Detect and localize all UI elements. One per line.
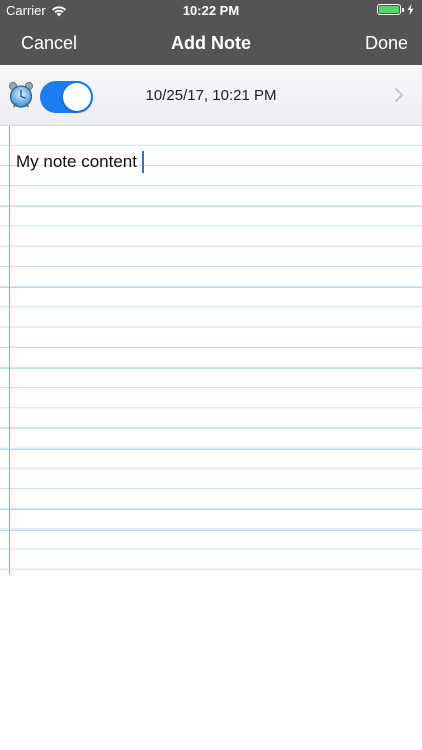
battery-indicator: [377, 4, 414, 15]
charging-bolt-icon: [407, 4, 414, 15]
chevron-right-icon[interactable]: [394, 87, 404, 103]
page-title: Add Note: [171, 33, 251, 53]
reminder-datetime[interactable]: 10/25/17, 10:21 PM: [0, 87, 422, 104]
status-bar: Carrier 10:22 PM: [0, 0, 422, 22]
done-button[interactable]: Done: [365, 33, 408, 54]
reminder-row: 10/25/17, 10:21 PM: [0, 65, 422, 126]
top-bar: Carrier 10:22 PM Cancel Add Note Done: [0, 0, 422, 65]
battery-tip: [402, 7, 404, 12]
note-content-text: My note content: [16, 152, 137, 171]
margin-line: [9, 126, 10, 574]
battery-level: [379, 6, 399, 13]
add-note-screen: Carrier 10:22 PM Cancel Add Note Done 10…: [0, 0, 422, 750]
note-content-field[interactable]: My note content: [16, 151, 144, 173]
ruled-lines: [0, 126, 422, 574]
battery-icon: [377, 4, 401, 15]
note-paper[interactable]: My note content: [0, 126, 422, 574]
status-time: 10:22 PM: [182, 3, 240, 18]
text-cursor: [141, 151, 144, 173]
navigation-bar: Cancel Add Note Done: [0, 22, 422, 65]
